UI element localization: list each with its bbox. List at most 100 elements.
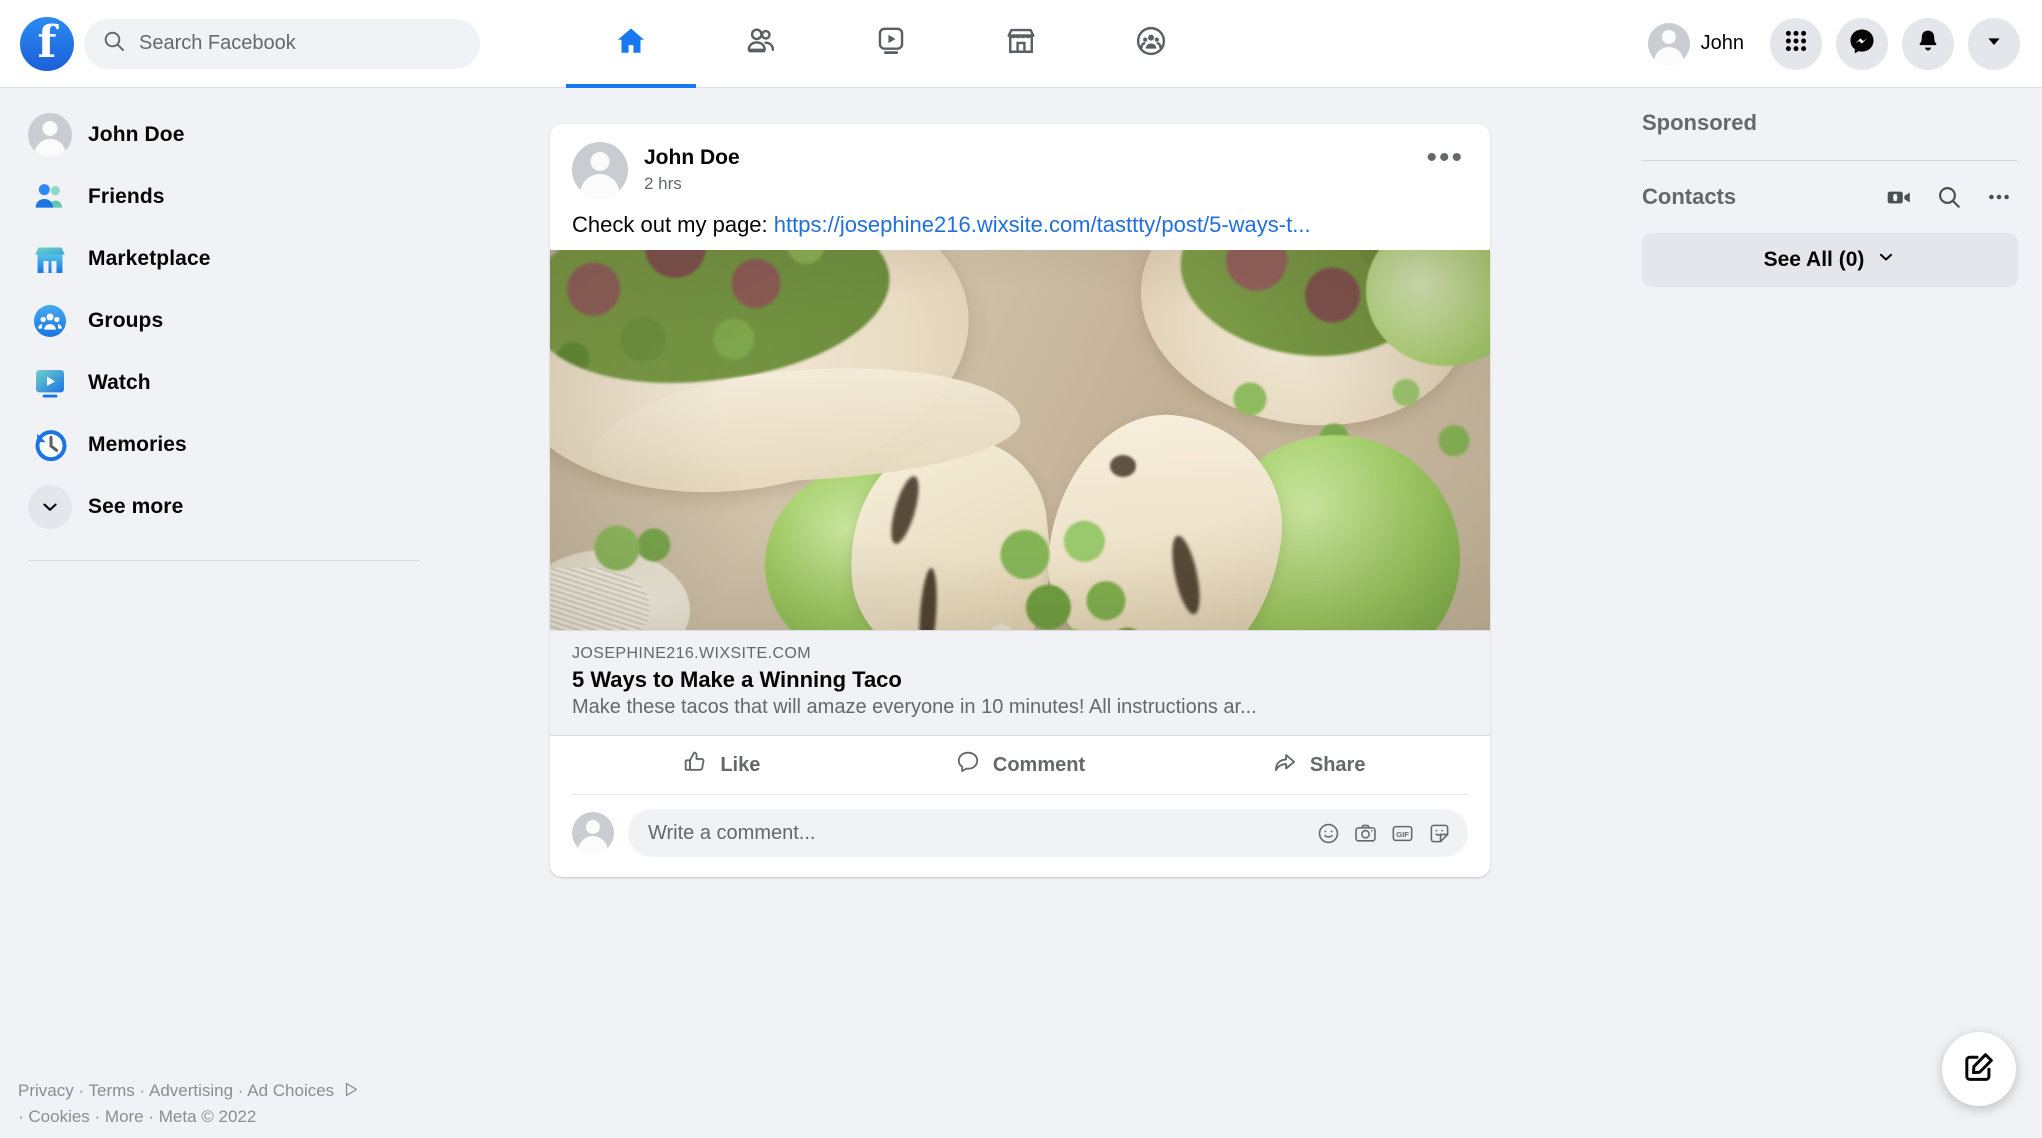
bell-icon — [1915, 28, 1941, 59]
new-video-room-icon[interactable] — [1885, 184, 1912, 211]
share-label: Share — [1309, 753, 1366, 776]
tab-friends[interactable] — [696, 0, 826, 88]
ad-choices-icon — [343, 1081, 360, 1106]
top-navigation-bar: John — [0, 0, 2042, 88]
sidebar-item-groups[interactable]: Groups — [20, 290, 428, 352]
sidebar-item-see-more[interactable]: See more — [20, 476, 428, 538]
sidebar-item-label: Watch — [88, 371, 151, 394]
sidebar-item-label: Memories — [88, 433, 187, 456]
friends-icon — [744, 24, 778, 63]
messenger-button[interactable] — [1836, 17, 1888, 70]
header-nav-tabs — [560, 0, 1644, 88]
gif-icon[interactable]: GIF — [1390, 821, 1415, 846]
sponsored-title: Sponsored — [1642, 110, 1757, 135]
tab-watch[interactable] — [826, 0, 956, 88]
sticker-icon[interactable] — [1427, 821, 1452, 846]
grid-apps-icon — [1783, 28, 1809, 59]
watch-icon — [874, 24, 908, 63]
page-body: John Doe Friends Marketplace Groups Watc… — [0, 88, 2042, 1138]
like-button[interactable]: Like — [572, 736, 871, 794]
left-sidebar: John Doe Friends Marketplace Groups Watc… — [0, 88, 448, 1138]
footer-line-2[interactable]: · Cookies · More · Meta © 2022 — [18, 1105, 438, 1130]
chevron-down-icon — [28, 485, 72, 529]
comment-bubble-icon — [955, 749, 981, 781]
right-sidebar: Sponsored Contacts See All (0) — [1622, 88, 2042, 287]
profile-name-label: John — [1700, 32, 1744, 54]
post-header: John Doe 2 hrs ••• — [550, 124, 1490, 198]
see-all-label: See All (0) — [1763, 248, 1865, 271]
search-input-container[interactable] — [84, 18, 480, 69]
create-post-fab[interactable] — [1942, 1032, 2016, 1106]
contacts-options-icon[interactable] — [1986, 184, 2012, 210]
pencil-square-icon — [1962, 1050, 1996, 1089]
sidebar-item-watch[interactable]: Watch — [20, 352, 428, 414]
comment-composer-row: GIF — [550, 795, 1490, 877]
facebook-logo-icon[interactable] — [20, 16, 74, 71]
sidebar-item-label: Friends — [88, 185, 165, 208]
link-preview-card[interactable]: JOSEPHINE216.WIXSITE.COM 5 Ways to Make … — [550, 630, 1490, 736]
contacts-header-row: Contacts — [1642, 177, 2018, 217]
search-contacts-icon[interactable] — [1936, 184, 1962, 210]
avatar-icon — [28, 113, 72, 157]
marketplace-icon — [28, 237, 72, 281]
search-icon — [102, 29, 126, 58]
sidebar-item-friends[interactable]: Friends — [20, 166, 428, 228]
sidebar-divider — [28, 560, 420, 561]
memories-clock-icon — [28, 423, 72, 467]
comment-button[interactable]: Comment — [871, 736, 1170, 794]
home-icon — [614, 24, 648, 63]
sidebar-item-label: Groups — [88, 309, 164, 332]
groups-icon — [1134, 24, 1168, 63]
link-preview-domain: JOSEPHINE216.WIXSITE.COM — [572, 645, 811, 662]
comment-input[interactable] — [648, 821, 1316, 845]
avatar[interactable] — [572, 142, 628, 198]
more-options-icon[interactable]: ••• — [1426, 143, 1464, 172]
sidebar-item-profile[interactable]: John Doe — [20, 104, 428, 166]
account-menu-button[interactable] — [1968, 17, 2020, 70]
thumbs-up-icon — [682, 749, 708, 781]
comment-input-container[interactable]: GIF — [628, 809, 1468, 857]
sidebar-item-label: John Doe — [88, 123, 185, 146]
sidebar-item-marketplace[interactable]: Marketplace — [20, 228, 428, 290]
chevron-down-icon — [1983, 30, 2005, 57]
share-arrow-icon — [1272, 749, 1298, 781]
like-label: Like — [720, 753, 761, 776]
friends-icon — [28, 175, 72, 219]
link-preview-title: 5 Ways to Make a Winning Taco — [572, 667, 902, 692]
contacts-title: Contacts — [1642, 184, 1737, 209]
tab-marketplace[interactable] — [956, 0, 1086, 88]
tab-groups[interactable] — [1086, 0, 1216, 88]
post-action-bar: Like Comment Share — [572, 736, 1468, 795]
search-input[interactable] — [139, 32, 462, 55]
header-right-group: John — [1644, 17, 2042, 70]
news-feed: John Doe 2 hrs ••• Check out my page: ht… — [550, 124, 1490, 877]
header-left-group — [0, 16, 560, 71]
post-author-name[interactable]: John Doe — [644, 146, 740, 170]
watch-icon — [28, 361, 72, 405]
post-photo[interactable] — [550, 250, 1490, 630]
post-timestamp[interactable]: 2 hrs — [644, 174, 740, 194]
comment-label: Comment — [992, 753, 1086, 776]
profile-menu-button[interactable]: John — [1644, 19, 1756, 69]
see-all-contacts-button[interactable]: See All (0) — [1642, 233, 2018, 287]
footer-line-1[interactable]: Privacy · Terms · Advertising · Ad Choic… — [18, 1081, 334, 1100]
avatar — [1647, 22, 1690, 65]
sidebar-item-label: See more — [88, 495, 184, 518]
footer-links: Privacy · Terms · Advertising · Ad Choic… — [18, 1079, 438, 1130]
tab-home[interactable] — [566, 0, 696, 88]
chevron-down-icon — [1876, 247, 1896, 273]
sidebar-item-memories[interactable]: Memories — [20, 414, 428, 476]
share-button[interactable]: Share — [1169, 736, 1468, 794]
emoji-icon[interactable] — [1316, 821, 1341, 846]
marketplace-icon — [1004, 24, 1038, 63]
notifications-button[interactable] — [1902, 17, 1954, 70]
camera-icon[interactable] — [1353, 821, 1378, 846]
messenger-icon — [1848, 27, 1876, 60]
groups-icon — [28, 299, 72, 343]
link-preview-description: Make these tacos that will amaze everyon… — [572, 696, 1257, 718]
sidebar-item-label: Marketplace — [88, 247, 211, 270]
post-card: John Doe 2 hrs ••• Check out my page: ht… — [550, 124, 1490, 877]
avatar — [572, 812, 614, 854]
post-link[interactable]: https://josephine216.wixsite.com/tasttty… — [774, 212, 1311, 237]
menu-grid-button[interactable] — [1770, 17, 1822, 70]
